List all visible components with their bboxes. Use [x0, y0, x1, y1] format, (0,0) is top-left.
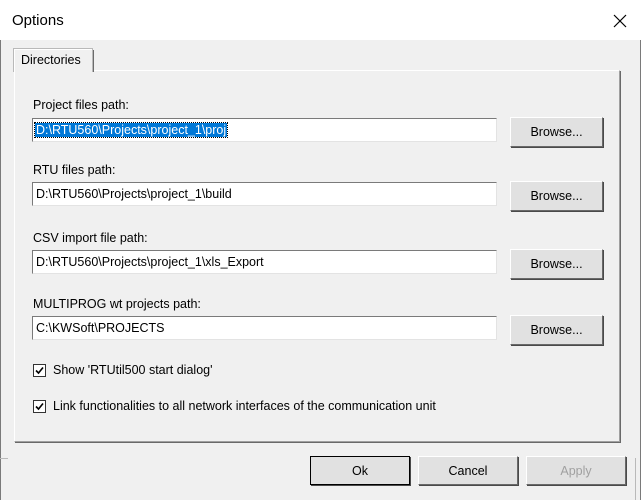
tab-directories-label: Directories — [21, 53, 81, 67]
multiprog-path-input[interactable]: C:\KWSoft\PROJECTS — [32, 316, 497, 340]
window-border-left — [0, 0, 1, 500]
tab-edge — [93, 50, 94, 72]
ok-button[interactable]: Ok — [310, 456, 410, 485]
csv-import-path-input[interactable]: D:\RTU560\Projects\project_1\xls_Export — [32, 250, 497, 274]
project-files-path-label: Project files path: — [33, 98, 129, 112]
csv-import-path-value: D:\RTU560\Projects\project_1\xls_Export — [36, 255, 264, 269]
close-button[interactable] — [605, 6, 635, 36]
cancel-button[interactable]: Cancel — [418, 456, 518, 485]
show-start-dialog-checkbox[interactable] — [33, 364, 46, 377]
close-icon — [613, 14, 627, 28]
multiprog-path-value: C:\KWSoft\PROJECTS — [36, 321, 165, 335]
link-functionalities-label[interactable]: Link functionalities to all network inte… — [53, 399, 436, 413]
rtu-files-path-label: RTU files path: — [33, 163, 116, 177]
checkmark-icon — [35, 402, 44, 411]
link-functionalities-checkbox[interactable] — [33, 400, 46, 413]
tab-directories[interactable]: Directories — [13, 48, 94, 72]
title-bar[interactable]: Options — [0, 0, 641, 40]
rtu-files-path-input[interactable]: D:\RTU560\Projects\project_1\build — [32, 182, 497, 206]
checkmark-icon — [35, 366, 44, 375]
project-files-path-input[interactable]: D:\RTU560\Projects\project_1\proj — [32, 118, 497, 142]
rtu-files-path-value: D:\RTU560\Projects\project_1\build — [36, 187, 232, 201]
window-edge — [635, 458, 636, 500]
show-start-dialog-label[interactable]: Show 'RTUtil500 start dialog' — [53, 363, 212, 377]
window-title: Options — [12, 12, 64, 29]
multiprog-path-label: MULTIPROG wt projects path: — [33, 297, 201, 311]
csv-import-path-label: CSV import file path: — [33, 231, 148, 245]
project-files-path-value: D:\RTU560\Projects\project_1\proj — [33, 122, 229, 138]
csv-import-browse-button[interactable]: Browse... — [510, 249, 603, 279]
project-files-browse-button[interactable]: Browse... — [510, 117, 603, 147]
apply-button[interactable]: Apply — [526, 456, 626, 485]
multiprog-browse-button[interactable]: Browse... — [510, 315, 603, 345]
rtu-files-browse-button[interactable]: Browse... — [510, 181, 603, 211]
window-edge — [0, 458, 8, 459]
